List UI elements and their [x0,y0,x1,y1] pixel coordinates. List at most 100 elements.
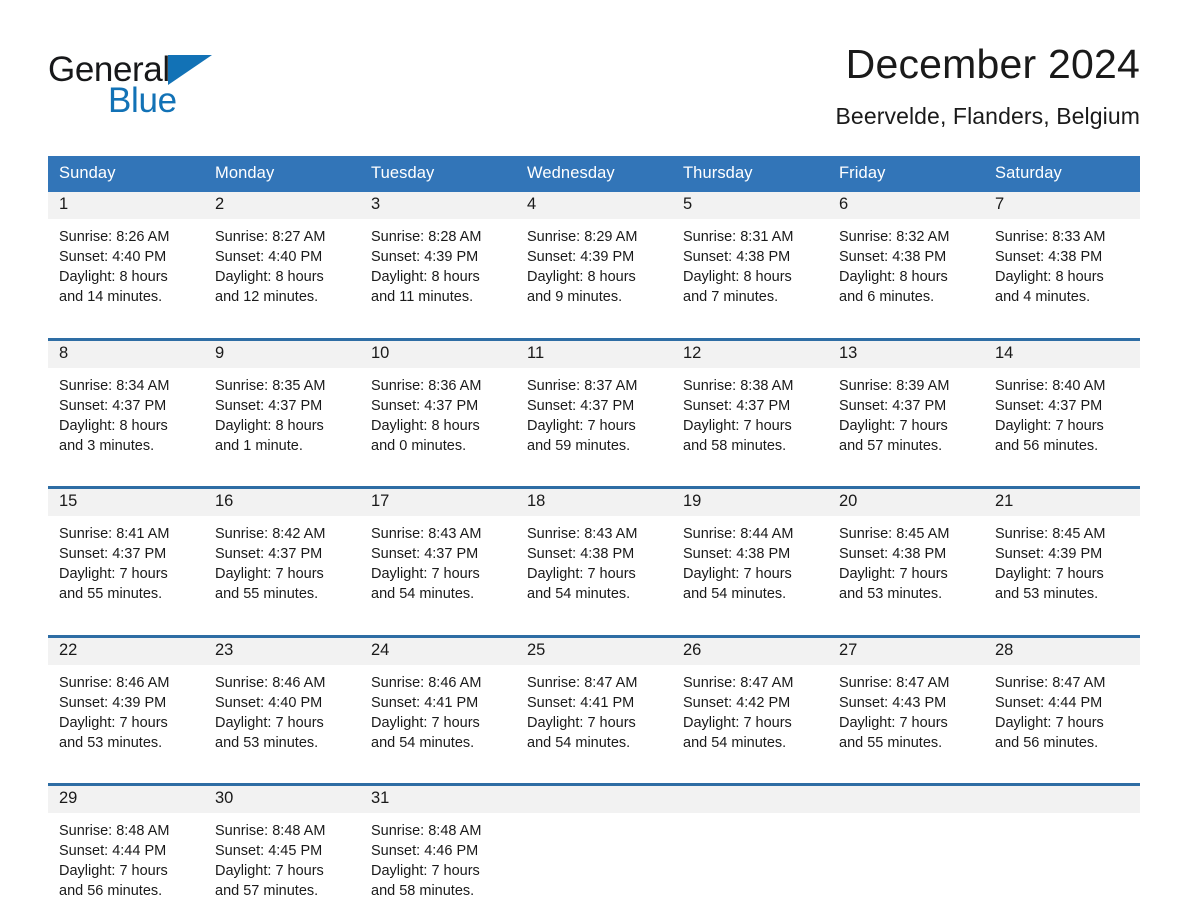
daylight-text-line1: Daylight: 7 hours [215,713,360,733]
daylight-text-line2: and 58 minutes. [371,881,516,901]
day-number: 19 [672,489,828,516]
day-number: 15 [48,489,204,516]
day-number: 22 [48,638,204,665]
calendar-day-cell[interactable]: 15Sunrise: 8:41 AMSunset: 4:37 PMDayligh… [48,489,204,624]
sunset-text: Sunset: 4:37 PM [995,396,1140,416]
week-spacer-cell [48,327,1140,339]
calendar-week-row: 22Sunrise: 8:46 AMSunset: 4:39 PMDayligh… [48,636,1140,773]
calendar-day-cell[interactable]: 29Sunrise: 8:48 AMSunset: 4:44 PMDayligh… [48,786,204,921]
sunset-text: Sunset: 4:40 PM [59,247,204,267]
sunrise-text: Sunrise: 8:47 AM [683,673,828,693]
calendar-day-cell[interactable]: 5Sunrise: 8:31 AMSunset: 4:38 PMDaylight… [672,192,828,327]
day-details: Sunrise: 8:43 AMSunset: 4:37 PMDaylight:… [360,516,516,604]
daylight-text-line2: and 56 minutes. [995,436,1140,456]
calendar-day-cell[interactable]: 26Sunrise: 8:47 AMSunset: 4:42 PMDayligh… [672,638,828,773]
calendar-day-cell[interactable]: 2Sunrise: 8:27 AMSunset: 4:40 PMDaylight… [204,192,360,327]
day-details: Sunrise: 8:48 AMSunset: 4:44 PMDaylight:… [48,813,204,901]
daylight-text-line1: Daylight: 7 hours [215,564,360,584]
daylight-text-line2: and 54 minutes. [683,584,828,604]
day-details: Sunrise: 8:26 AMSunset: 4:40 PMDaylight:… [48,219,204,307]
daylight-text-line2: and 54 minutes. [683,733,828,753]
weekday-header-monday: Monday [204,156,360,192]
calendar-day-cell[interactable]: 24Sunrise: 8:46 AMSunset: 4:41 PMDayligh… [360,638,516,773]
day-details: Sunrise: 8:45 AMSunset: 4:38 PMDaylight:… [828,516,984,604]
daylight-text-line2: and 57 minutes. [215,881,360,901]
sunrise-text: Sunrise: 8:42 AM [215,524,360,544]
calendar-day-cell[interactable]: 20Sunrise: 8:45 AMSunset: 4:38 PMDayligh… [828,489,984,624]
daylight-text-line2: and 0 minutes. [371,436,516,456]
calendar-day-cell[interactable]: 1Sunrise: 8:26 AMSunset: 4:40 PMDaylight… [48,192,204,327]
day-details: Sunrise: 8:40 AMSunset: 4:37 PMDaylight:… [984,368,1140,456]
calendar-day-cell[interactable]: 30Sunrise: 8:48 AMSunset: 4:45 PMDayligh… [204,786,360,921]
calendar-day-cell[interactable]: 27Sunrise: 8:47 AMSunset: 4:43 PMDayligh… [828,638,984,773]
day-details: Sunrise: 8:41 AMSunset: 4:37 PMDaylight:… [48,516,204,604]
daylight-text-line2: and 53 minutes. [839,584,984,604]
daylight-text-line2: and 58 minutes. [683,436,828,456]
calendar-day-cell[interactable]: 8Sunrise: 8:34 AMSunset: 4:37 PMDaylight… [48,341,204,476]
calendar-day-cell[interactable]: 9Sunrise: 8:35 AMSunset: 4:37 PMDaylight… [204,341,360,476]
calendar-day-cell[interactable]: 4Sunrise: 8:29 AMSunset: 4:39 PMDaylight… [516,192,672,327]
calendar-day-cell[interactable]: 16Sunrise: 8:42 AMSunset: 4:37 PMDayligh… [204,489,360,624]
calendar-day-cell[interactable]: 23Sunrise: 8:46 AMSunset: 4:40 PMDayligh… [204,638,360,773]
day-number: 4 [516,192,672,219]
calendar-day-cell[interactable]: 17Sunrise: 8:43 AMSunset: 4:37 PMDayligh… [360,489,516,624]
sunset-text: Sunset: 4:44 PM [995,693,1140,713]
daylight-text-line1: Daylight: 7 hours [59,713,204,733]
sunrise-text: Sunrise: 8:28 AM [371,227,516,247]
calendar-day-cell[interactable]: 11Sunrise: 8:37 AMSunset: 4:37 PMDayligh… [516,341,672,476]
brand-name-blue: Blue [108,83,348,118]
daylight-text-line2: and 6 minutes. [839,287,984,307]
title-block: December 2024 Beervelde, Flanders, Belgi… [835,40,1140,130]
day-details: Sunrise: 8:47 AMSunset: 4:42 PMDaylight:… [672,665,828,753]
daylight-text-line1: Daylight: 7 hours [839,713,984,733]
calendar-week-row: 15Sunrise: 8:41 AMSunset: 4:37 PMDayligh… [48,488,1140,625]
day-details: Sunrise: 8:47 AMSunset: 4:44 PMDaylight:… [984,665,1140,753]
sunset-text: Sunset: 4:37 PM [59,396,204,416]
sunset-text: Sunset: 4:46 PM [371,841,516,861]
day-details: Sunrise: 8:29 AMSunset: 4:39 PMDaylight:… [516,219,672,307]
day-number: 11 [516,341,672,368]
calendar-day-cell[interactable]: 14Sunrise: 8:40 AMSunset: 4:37 PMDayligh… [984,341,1140,476]
sunset-text: Sunset: 4:43 PM [839,693,984,713]
calendar-day-cell[interactable]: 25Sunrise: 8:47 AMSunset: 4:41 PMDayligh… [516,638,672,773]
daylight-text-line1: Daylight: 8 hours [59,416,204,436]
calendar-day-cell[interactable]: 19Sunrise: 8:44 AMSunset: 4:38 PMDayligh… [672,489,828,624]
calendar-day-cell[interactable]: 10Sunrise: 8:36 AMSunset: 4:37 PMDayligh… [360,341,516,476]
daylight-text-line1: Daylight: 7 hours [527,713,672,733]
day-number: 30 [204,786,360,813]
calendar-day-cell[interactable]: 28Sunrise: 8:47 AMSunset: 4:44 PMDayligh… [984,638,1140,773]
daylight-text-line2: and 54 minutes. [527,584,672,604]
sunrise-text: Sunrise: 8:43 AM [371,524,516,544]
sunset-text: Sunset: 4:40 PM [215,247,360,267]
daylight-text-line1: Daylight: 8 hours [839,267,984,287]
daylight-text-line2: and 59 minutes. [527,436,672,456]
day-number: 25 [516,638,672,665]
calendar-day-cell[interactable]: 31Sunrise: 8:48 AMSunset: 4:46 PMDayligh… [360,786,516,921]
calendar-week-row: 1Sunrise: 8:26 AMSunset: 4:40 PMDaylight… [48,192,1140,327]
daylight-text-line2: and 57 minutes. [839,436,984,456]
calendar-day-cell[interactable]: 13Sunrise: 8:39 AMSunset: 4:37 PMDayligh… [828,341,984,476]
day-number [828,786,984,813]
sunset-text: Sunset: 4:39 PM [527,247,672,267]
sunset-text: Sunset: 4:37 PM [215,396,360,416]
day-number: 7 [984,192,1140,219]
page-header: General Blue December 2024 Beervelde, Fl… [48,40,1140,144]
week-spacer [48,327,1140,339]
calendar-day-cell[interactable]: 22Sunrise: 8:46 AMSunset: 4:39 PMDayligh… [48,638,204,773]
day-number: 6 [828,192,984,219]
daylight-text-line1: Daylight: 7 hours [59,564,204,584]
daylight-text-line2: and 53 minutes. [59,733,204,753]
calendar-day-cell[interactable]: 6Sunrise: 8:32 AMSunset: 4:38 PMDaylight… [828,192,984,327]
day-number: 17 [360,489,516,516]
sunset-text: Sunset: 4:38 PM [683,544,828,564]
calendar-day-cell[interactable]: 18Sunrise: 8:43 AMSunset: 4:38 PMDayligh… [516,489,672,624]
brand-logo[interactable]: General Blue [48,40,348,118]
daylight-text-line2: and 53 minutes. [215,733,360,753]
day-number: 31 [360,786,516,813]
day-number: 27 [828,638,984,665]
calendar-day-cell[interactable]: 7Sunrise: 8:33 AMSunset: 4:38 PMDaylight… [984,192,1140,327]
page-title: December 2024 [835,42,1140,87]
calendar-day-cell[interactable]: 21Sunrise: 8:45 AMSunset: 4:39 PMDayligh… [984,489,1140,624]
calendar-day-cell[interactable]: 12Sunrise: 8:38 AMSunset: 4:37 PMDayligh… [672,341,828,476]
calendar-day-cell[interactable]: 3Sunrise: 8:28 AMSunset: 4:39 PMDaylight… [360,192,516,327]
